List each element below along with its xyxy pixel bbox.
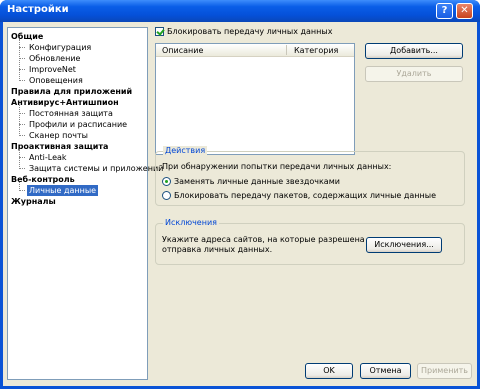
block-personal-data-checkbox[interactable] [155,27,164,36]
cancel-button[interactable]: Отмена [360,363,411,379]
settings-window: Настройки ? ✕ Общие Конфигурация Обновлени… [0,0,480,389]
radio-block-packets[interactable]: Блокировать передачу пакетов, содержащих… [162,191,436,200]
radio-label[interactable]: Блокировать передачу пакетов, содержащих… [174,191,436,200]
exceptions-group-title: Исключения [163,218,219,227]
nav-item[interactable]: Профили и расписание [18,119,129,130]
nav-item[interactable]: Личные данные [18,185,99,196]
tree-line [19,149,20,169]
actions-group: Действия При обнаружении попытки передач… [155,146,465,206]
exceptions-group: Исключения Укажите адреса сайтов, на кот… [155,218,465,265]
column-description[interactable]: Описание [162,46,203,55]
exceptions-text-line2: отправка личных данных. [162,245,273,254]
title-bar[interactable]: Настройки ? ✕ [0,0,480,22]
nav-category[interactable]: Общие [11,31,43,42]
nav-item[interactable]: Обновление [18,53,82,64]
radio-replace-asterisks[interactable]: Заменять личные данные звездочками [162,177,340,186]
radio-button[interactable] [162,177,171,186]
nav-item[interactable]: Защита системы и приложений [18,163,165,174]
nav-category[interactable]: Журналы [11,196,56,207]
close-button[interactable]: ✕ [456,3,473,19]
nav-category[interactable]: Проактивная защита [11,141,108,152]
delete-button[interactable]: Удалить [365,66,463,82]
nav-item[interactable]: Конфигурация [18,42,93,53]
client-area: Общие Конфигурация Обновление ImproveNet Опо… [3,22,477,386]
radio-label[interactable]: Заменять личные данные звездочками [174,177,340,186]
nav-item[interactable]: Сканер почты [19,130,90,141]
nav-category[interactable]: Антивирус+Антишпион [11,97,119,108]
exceptions-text-line1: Укажите адреса сайтов, на которые разреш… [162,235,365,244]
nav-item[interactable]: ImproveNet [19,64,78,75]
column-category[interactable]: Категория [294,46,338,55]
apply-button[interactable]: Применить [417,363,472,379]
settings-nav-tree[interactable]: Общие Конфигурация Обновление ImproveNet Опо… [7,27,163,380]
window-title: Настройки [7,4,69,15]
add-button[interactable]: Добавить... [365,43,463,59]
column-separator[interactable] [286,45,287,55]
tree-line [19,39,20,81]
actions-prompt: При обнаружении попытки передачи личных … [162,162,392,171]
exceptions-button[interactable]: Исключения... [366,237,442,253]
list-header: Описание Категория [156,44,354,57]
nav-item[interactable]: Оповещения [19,75,85,86]
personal-data-list[interactable]: Описание Категория [155,43,355,155]
nav-category[interactable]: Правила для приложений [11,86,132,97]
help-button[interactable]: ? [436,3,453,19]
block-personal-data-label[interactable]: Блокировать передачу личных данных [167,27,332,36]
radio-button[interactable] [162,191,171,200]
ok-button[interactable]: OK [305,363,353,379]
nav-item[interactable]: Anti-Leak [19,152,69,163]
actions-group-title: Действия [163,146,208,155]
block-personal-data-row[interactable]: Блокировать передачу личных данных [155,27,332,36]
nav-category[interactable]: Веб-контроль [11,174,75,185]
tree-line [19,105,20,136]
nav-item[interactable]: Постоянная защита [19,108,115,119]
